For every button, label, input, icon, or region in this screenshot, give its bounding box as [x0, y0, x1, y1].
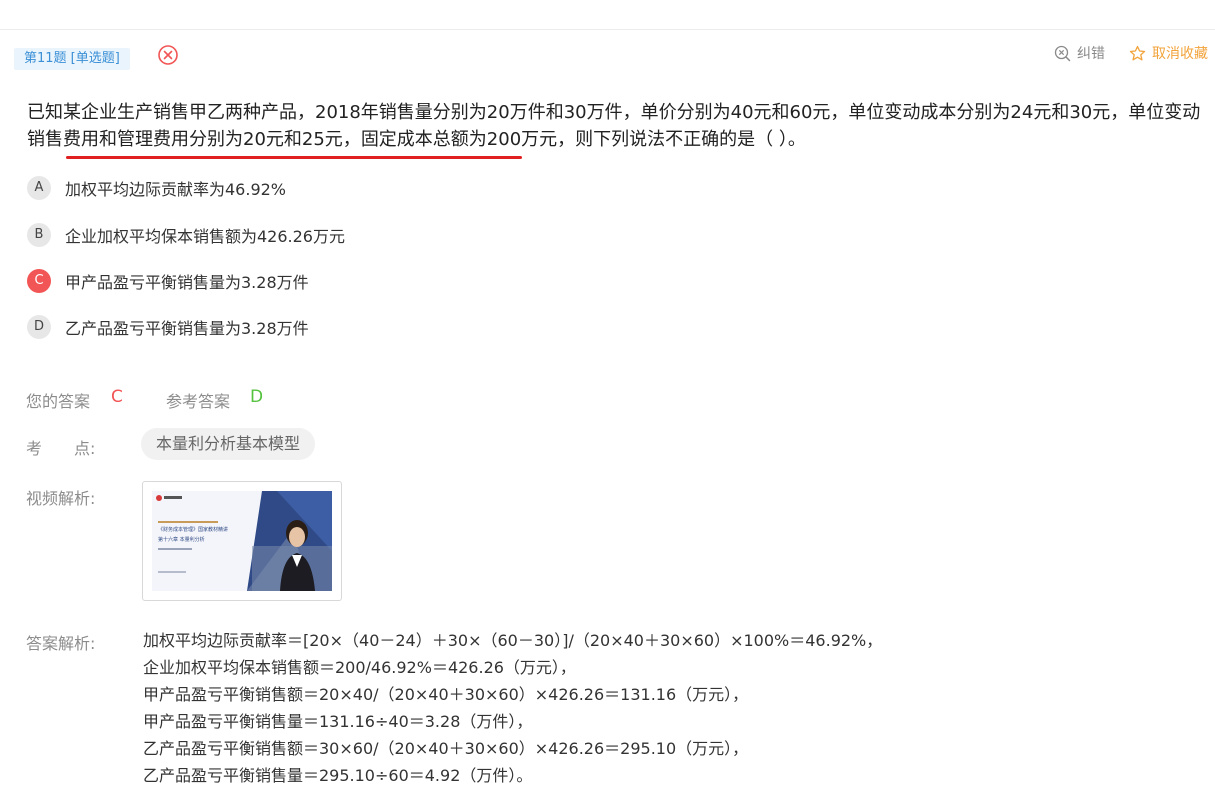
analysis-line: 企业加权平均保本销售额＝200/46.92%＝426.26（万元），	[143, 658, 576, 677]
slide-title: 《财务成本管理》国家教材精讲	[158, 526, 228, 533]
option-text: 乙产品盈亏平衡销售量为3.28万件	[65, 319, 309, 338]
analysis-line: 乙产品盈亏平衡销售量＝295.10÷60＝4.92（万件）。	[143, 766, 533, 785]
analysis-line: 加权平均边际贡献率＝[20×（40－24）＋30×（60－30）]/（20×40…	[143, 631, 883, 650]
option-b[interactable]: B 企业加权平均保本销售额为426.26万元	[27, 223, 345, 247]
wrong-mark-icon	[158, 45, 178, 65]
analysis-line: 甲产品盈亏平衡销售额＝20×40/（20×40＋30×60）×426.26＝13…	[143, 685, 749, 704]
reference-answer-value: D	[250, 387, 264, 407]
option-d[interactable]: D 乙产品盈亏平衡销售量为3.28万件	[27, 315, 309, 339]
option-letter: B	[27, 223, 51, 247]
unfavorite-button[interactable]: 取消收藏	[1129, 44, 1208, 64]
option-text: 甲产品盈亏平衡销售量为3.28万件	[65, 273, 309, 292]
question-type-tag: 第11题 [单选题]	[14, 48, 130, 70]
question-text-part1: 已知某企业生产销售甲乙两种产品，2018年销售量分别为20万件和30万件，单价分…	[27, 102, 1129, 123]
play-video-icon: 《财务成本管理》国家教材精讲 第十六章 本量利分析	[152, 491, 332, 591]
video-frame: 《财务成本管理》国家教材精讲 第十六章 本量利分析	[152, 491, 332, 591]
answer-analysis-content: 加权平均边际贡献率＝[20×（40－24）＋30×（60－30）]/（20×40…	[143, 627, 1143, 789]
option-a[interactable]: A 加权平均边际贡献率为46.92%	[27, 176, 286, 200]
option-text: 企业加权平均保本销售额为426.26万元	[65, 227, 345, 246]
red-underline-annotation	[66, 156, 522, 159]
option-text: 加权平均边际贡献率为46.92%	[65, 180, 287, 199]
option-letter: D	[27, 315, 51, 339]
top-divider	[0, 29, 1215, 30]
report-error-button[interactable]: 纠错	[1054, 44, 1105, 64]
your-answer-value: C	[111, 387, 123, 407]
knowledge-point-tag[interactable]: 本量利分析基本模型	[141, 428, 316, 460]
video-analysis-label: 视频解析:	[26, 489, 96, 508]
video-thumbnail[interactable]: 《财务成本管理》国家教材精讲 第十六章 本量利分析	[142, 481, 342, 601]
question-text: 已知某企业生产销售甲乙两种产品，2018年销售量分别为20万件和30万件，单价分…	[27, 99, 1207, 153]
option-letter-selected-wrong: C	[27, 269, 51, 293]
reference-answer-label: 参考答案	[166, 392, 231, 411]
your-answer-label: 您的答案	[26, 392, 91, 411]
slide-chapter: 第十六章 本量利分析	[158, 536, 205, 543]
unfavorite-label: 取消收藏	[1152, 46, 1208, 62]
option-c[interactable]: C 甲产品盈亏平衡销售量为3.28万件	[27, 269, 309, 293]
answer-analysis-label: 答案解析:	[26, 634, 96, 653]
option-letter: A	[27, 176, 51, 200]
analysis-line: 甲产品盈亏平衡销售量＝131.16÷40＝3.28（万件），	[143, 712, 533, 731]
star-icon	[1129, 45, 1146, 61]
report-error-label: 纠错	[1077, 46, 1105, 62]
analysis-line: 乙产品盈亏平衡销售额＝30×60/（20×40＋30×60）×426.26＝29…	[143, 739, 749, 758]
question-text-part2: 固定成本总额为200万元，则下列说法不正确的是（ ）。	[360, 129, 806, 150]
report-error-icon	[1054, 45, 1071, 62]
knowledge-point-label: 考 点:	[26, 439, 96, 458]
